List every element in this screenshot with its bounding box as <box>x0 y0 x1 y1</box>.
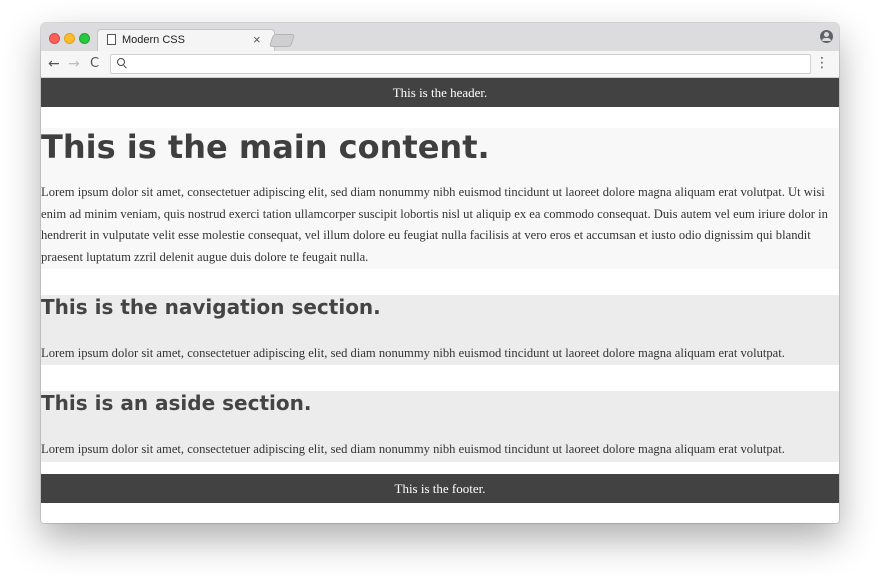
main-heading: This is the main content. <box>41 128 490 166</box>
new-tab-button[interactable] <box>268 34 296 47</box>
tab-close-button[interactable]: × <box>253 32 261 48</box>
page-viewport: This is the header. This is the main con… <box>41 78 839 523</box>
maximize-window-button[interactable] <box>79 33 90 44</box>
main-text: Lorem ipsum dolor sit amet, consectetuer… <box>41 185 828 264</box>
main-section: This is the main content. Lorem ipsum do… <box>41 128 839 269</box>
aside-text: Lorem ipsum dolor sit amet, consectetuer… <box>41 442 785 456</box>
search-icon <box>117 58 125 66</box>
aside-heading: This is an aside section. <box>41 391 312 415</box>
navigation-text: Lorem ipsum dolor sit amet, consectetuer… <box>41 346 785 360</box>
back-button[interactable]: ← <box>48 56 60 72</box>
document-icon <box>107 34 116 45</box>
page-header: This is the header. <box>41 78 839 107</box>
address-bar[interactable] <box>110 54 811 74</box>
minimize-window-button[interactable] <box>64 33 75 44</box>
aside-section: This is an aside section. Lorem ipsum do… <box>41 391 839 462</box>
browser-toolbar: ← → C ⋮ <box>41 51 839 78</box>
reload-button[interactable]: C <box>90 56 99 72</box>
forward-button[interactable]: → <box>68 56 80 72</box>
browser-menu-button[interactable]: ⋮ <box>815 55 829 71</box>
tab-title: Modern CSS <box>122 34 185 46</box>
close-window-button[interactable] <box>49 33 60 44</box>
browser-window: Modern CSS × ← → C ⋮ This is the header.… <box>41 23 839 523</box>
navigation-heading: This is the navigation section. <box>41 295 381 319</box>
profile-icon[interactable] <box>820 30 833 43</box>
navigation-section: This is the navigation section. Lorem ip… <box>41 295 839 365</box>
page-footer: This is the footer. <box>41 474 839 503</box>
tab-bar: Modern CSS × <box>41 23 839 51</box>
